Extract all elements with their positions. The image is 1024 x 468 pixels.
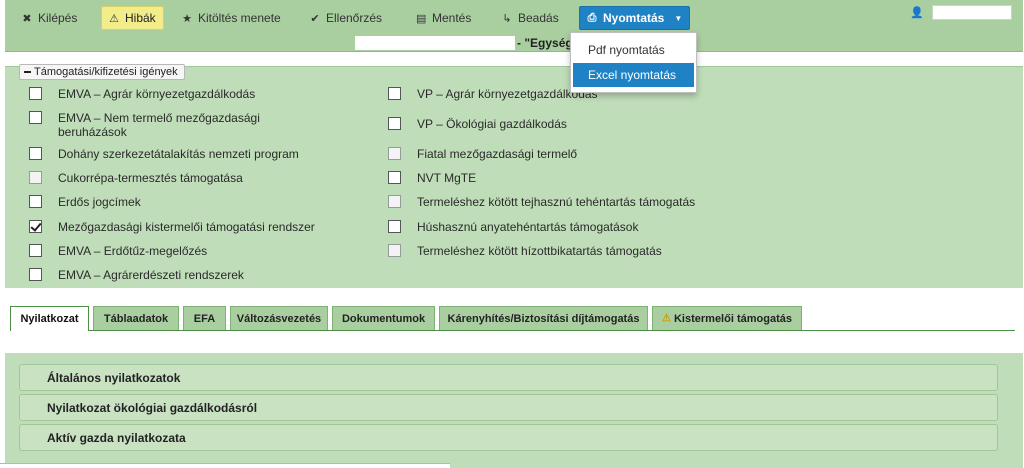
errors-label: Hibák xyxy=(125,11,156,25)
claim-item[interactable]: Erdős jogcímek xyxy=(29,195,141,209)
claim-item: Termeléshez kötött hízottbikatartás támo… xyxy=(388,244,662,258)
print-button[interactable]: ⎙ Nyomtatás ▼ xyxy=(579,6,691,30)
user-field[interactable] xyxy=(932,5,1012,20)
print-icon: ⎙ xyxy=(587,11,597,24)
claim-item[interactable]: VP – Ökológiai gazdálkodás xyxy=(388,117,567,131)
declaration-item[interactable]: Általános nyilatkozatok xyxy=(19,364,998,391)
submit-button[interactable]: ↳ Beadás xyxy=(495,6,566,30)
print-dropdown-menu: Pdf nyomtatás Excel nyomtatás xyxy=(570,32,697,93)
claim-item[interactable]: EMVA – Erdőtűz-megelőzés xyxy=(29,244,207,258)
claim-item[interactable]: EMVA – Agrárerdészeti rendszerek xyxy=(29,268,244,282)
checkbox xyxy=(388,147,401,160)
warning-icon: ⚠ xyxy=(109,12,119,25)
errors-button[interactable]: ⚠ Hibák xyxy=(101,6,164,30)
excel-print-item[interactable]: Excel nyomtatás xyxy=(573,63,694,87)
checkbox[interactable] xyxy=(29,244,42,257)
check-label: Ellenőrzés xyxy=(326,11,383,25)
save-button[interactable]: ▤ Mentés xyxy=(409,6,478,30)
tab-nyilatkozat[interactable]: Nyilatkozat xyxy=(10,306,89,331)
check-icon: ✔ xyxy=(310,12,320,25)
claim-item: Fiatal mezőgazdasági termelő xyxy=(388,147,577,161)
tab-dokumentumok[interactable]: Dokumentumok xyxy=(332,306,435,330)
checkbox[interactable] xyxy=(29,111,42,124)
checkbox[interactable] xyxy=(388,117,401,130)
submit-icon: ↳ xyxy=(502,12,512,25)
checkbox-checked[interactable] xyxy=(29,220,42,233)
claim-item[interactable]: Húshasznú anyatehéntartás támogatások xyxy=(388,220,638,234)
claims-panel: EMVA – Agrár környezetgazdálkodás EMVA –… xyxy=(5,66,1023,288)
star-icon: ★ xyxy=(182,12,192,25)
checkbox[interactable] xyxy=(29,195,42,208)
checkbox xyxy=(388,195,401,208)
exit-label: Kilépés xyxy=(38,11,78,25)
submit-label: Beadás xyxy=(518,11,559,25)
print-label: Nyomtatás xyxy=(603,11,665,25)
claim-item[interactable]: EMVA – Nem termelő mezőgazdasági beruház… xyxy=(29,111,329,139)
checkbox[interactable] xyxy=(29,87,42,100)
filling-guide-label: Kitöltés menete xyxy=(198,11,281,25)
tab-karenyhites[interactable]: Kárenyhítés/Biztosítási díjtámogatás xyxy=(439,306,648,330)
check-button[interactable]: ✔ Ellenőrzés xyxy=(303,6,389,30)
filling-guide-button[interactable]: ★ Kitöltés menete xyxy=(175,6,288,30)
tab-efa[interactable]: EFA xyxy=(183,306,226,330)
toolbar: ✖ Kilépés ⚠ Hibák ★ Kitöltés menete ✔ El… xyxy=(5,0,1023,52)
claim-item[interactable]: NVT MgTE xyxy=(388,171,476,185)
checkbox xyxy=(388,244,401,257)
page-title: - "Egység xyxy=(517,36,573,50)
claim-item: Cukorrépa-termesztés támogatása xyxy=(29,171,243,185)
checkbox[interactable] xyxy=(388,220,401,233)
tab-bar: Nyilatkozat Táblaadatok EFA Változásveze… xyxy=(10,306,1015,331)
tab-kistermeloi[interactable]: ⚠ Kistermelői támogatás xyxy=(652,306,802,330)
declaration-item[interactable]: Aktív gazda nyilatkozata xyxy=(19,424,998,451)
pdf-print-item[interactable]: Pdf nyomtatás xyxy=(573,38,694,62)
exit-button[interactable]: ✖ Kilépés xyxy=(15,6,84,30)
panel-footer xyxy=(0,463,450,468)
claims-collapse-button[interactable]: Támogatási/kifizetési igények xyxy=(19,64,185,80)
user-icon: 👤 xyxy=(910,7,924,19)
tab-tablaadatok[interactable]: Táblaadatok xyxy=(93,306,179,330)
tab-valtozasvezetes[interactable]: Változásvezetés xyxy=(230,306,328,330)
checkbox xyxy=(29,171,42,184)
claim-item[interactable]: EMVA – Agrár környezetgazdálkodás xyxy=(29,87,255,101)
checkbox[interactable] xyxy=(388,171,401,184)
save-icon: ▤ xyxy=(416,12,427,25)
claim-item[interactable]: Mezőgazdasági kistermelői támogatási ren… xyxy=(29,220,315,234)
checkbox[interactable] xyxy=(388,87,401,100)
caret-down-icon: ▼ xyxy=(674,13,683,23)
checkbox[interactable] xyxy=(29,268,42,281)
claim-item: Termeléshez kötött tejhasznú tehéntartás… xyxy=(388,195,695,209)
warning-icon: ⚠ xyxy=(662,313,671,324)
applicant-name-field xyxy=(355,36,515,50)
checkbox[interactable] xyxy=(29,147,42,160)
declaration-item[interactable]: Nyilatkozat ökológiai gazdálkodásról xyxy=(19,394,998,421)
claim-item[interactable]: VP – Agrár környezetgazdálkodás xyxy=(388,87,598,101)
save-label: Mentés xyxy=(432,11,472,25)
close-icon: ✖ xyxy=(22,12,32,25)
claim-item[interactable]: Dohány szerkezetátalakítás nemzeti progr… xyxy=(29,147,299,161)
